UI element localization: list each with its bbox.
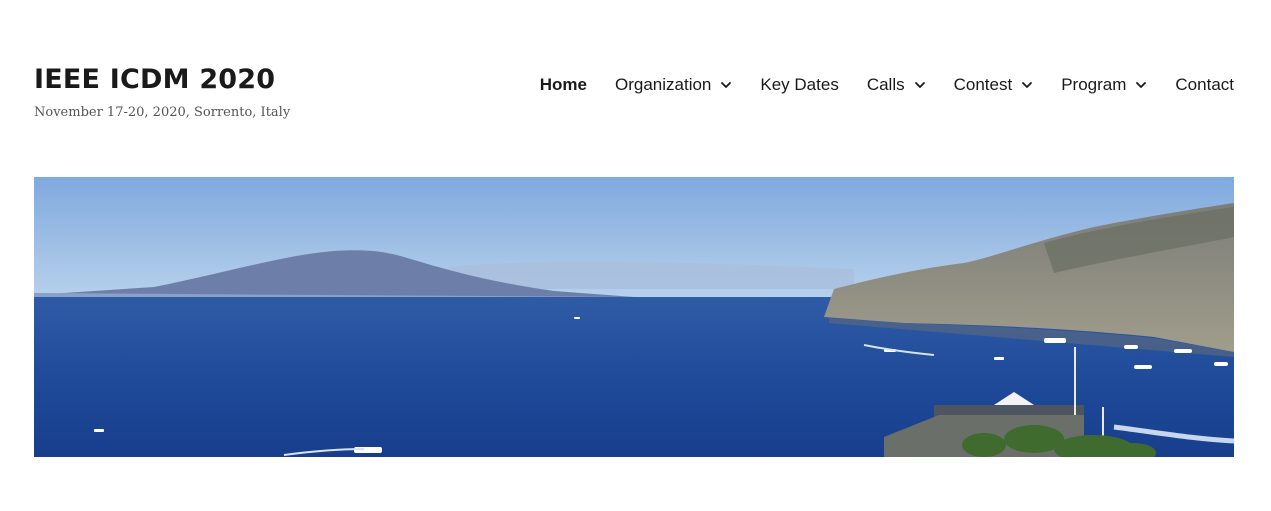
nav-item-home[interactable]: Home xyxy=(540,75,587,95)
nav-item-program[interactable]: Program xyxy=(1061,75,1147,95)
nav-item-label: Program xyxy=(1061,75,1127,94)
nav-item-contact[interactable]: Contact xyxy=(1175,75,1234,95)
nav-item-contest[interactable]: Contest xyxy=(954,75,1034,95)
chevron-down-icon[interactable] xyxy=(914,79,926,91)
chevron-down-icon[interactable] xyxy=(720,79,732,91)
nav-item-label: Organization xyxy=(615,75,712,94)
main-navigation: Home Organization Key Dates Calls Contes… xyxy=(512,75,1234,95)
site-header: IEEE ICDM 2020 November 17-20, 2020, Sor… xyxy=(34,60,1234,140)
nav-item-organization[interactable]: Organization xyxy=(615,75,732,95)
nav-item-label: Home xyxy=(539,75,587,94)
nav-item-calls[interactable]: Calls xyxy=(867,75,926,95)
bay-panorama-illustration xyxy=(34,177,1234,457)
nav-item-key-dates[interactable]: Key Dates xyxy=(760,75,838,95)
nav-item-label: Calls xyxy=(866,75,905,94)
nav-item-label: Key Dates xyxy=(760,75,839,94)
site-tagline: November 17-20, 2020, Sorrento, Italy xyxy=(34,105,291,120)
nav-item-label: Contest xyxy=(953,75,1013,94)
site-title[interactable]: IEEE ICDM 2020 xyxy=(34,64,275,95)
chevron-down-icon[interactable] xyxy=(1135,79,1147,91)
hero-image xyxy=(34,177,1234,457)
nav-item-label: Contact xyxy=(1175,75,1234,94)
chevron-down-icon[interactable] xyxy=(1021,79,1033,91)
